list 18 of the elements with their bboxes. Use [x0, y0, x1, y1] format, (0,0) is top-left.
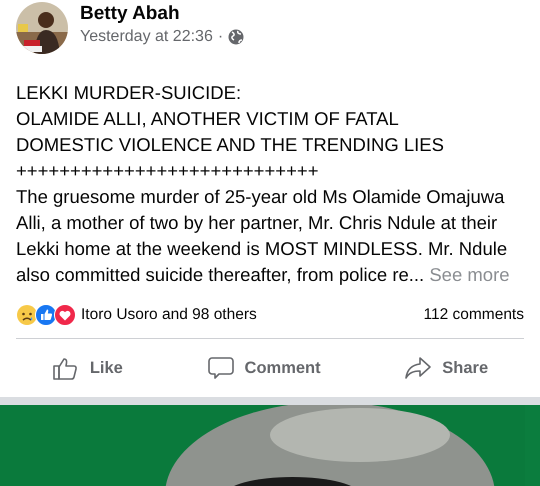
reactions-summary[interactable]: Itoro Usoro and 98 others	[81, 306, 257, 324]
share-arrow-icon	[404, 354, 432, 382]
separator-dot: ·	[218, 28, 224, 46]
comment-icon	[206, 354, 235, 382]
post-time[interactable]: Yesterday at 22:36	[80, 28, 213, 46]
comments-count[interactable]: 112 comments	[423, 306, 524, 324]
thumbs-up-icon	[35, 304, 57, 326]
share-button[interactable]: Share	[396, 350, 496, 386]
author-name[interactable]: Betty Abah	[80, 2, 244, 24]
comment-button[interactable]: Comment	[198, 350, 329, 386]
like-button[interactable]: Like	[44, 350, 131, 386]
headline-line: LEKKI MURDER-SUICIDE:	[16, 81, 242, 105]
see-more-link[interactable]: See more	[429, 264, 510, 285]
headline-line: ++++++++++++++++++++++++++++	[16, 159, 320, 183]
post-text: The gruesome murder of 25-year old Ms Olamide Omajuwa Alli, a mother of two by her partner, Mr. Chris Ndule at their Lekki home at the weekend is MOST MINDLESS. Mr. Ndule also committed suicide thereafter, from police re... See more	[16, 185, 511, 287]
sad-emoji-icon	[16, 304, 38, 326]
globe-icon	[228, 28, 244, 44]
headline-line: OLAMIDE ALLI, ANOTHER VICTIM OF FATAL DOMESTIC VIOLENCE AND THE TRENDING LIES	[16, 107, 445, 157]
